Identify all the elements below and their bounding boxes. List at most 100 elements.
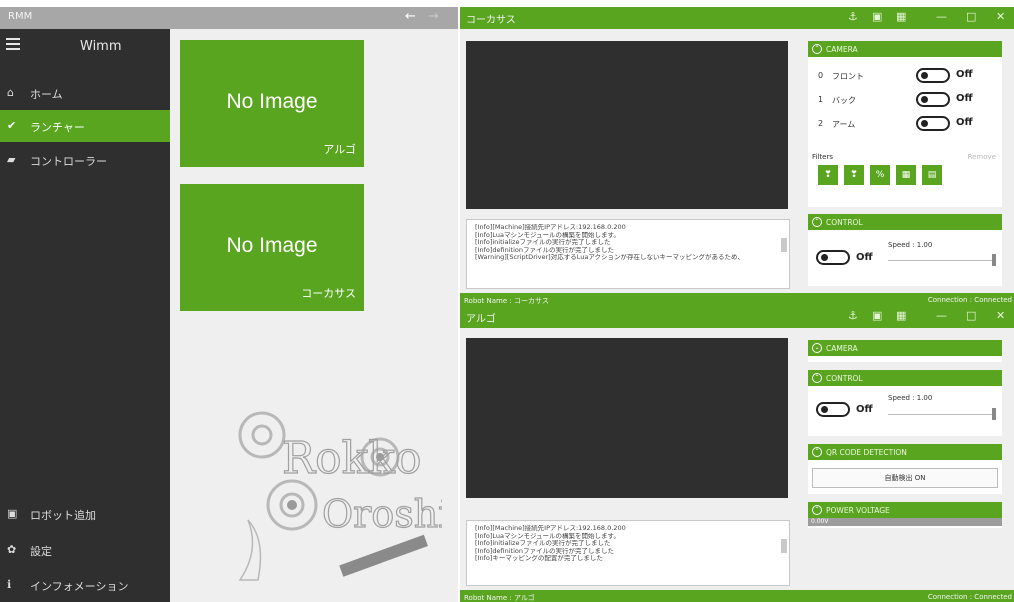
close-button[interactable]: ✕ xyxy=(996,10,1005,23)
filter-button-4[interactable]: ▦ xyxy=(896,165,916,185)
anchor-icon[interactable]: ⚓ xyxy=(848,309,858,322)
camera-toggle[interactable] xyxy=(916,116,950,131)
filter-button-3[interactable]: % xyxy=(870,165,890,185)
maximize-button[interactable]: □ xyxy=(966,309,976,322)
control-panel-header[interactable]: ⌃ CONTROL xyxy=(808,214,1002,230)
log-line: [Info]キーマッピングの配置が完了しました xyxy=(475,555,603,562)
home-icon: ⌂ xyxy=(7,86,14,99)
grid-icon[interactable]: ▦ xyxy=(896,309,906,322)
log-scrollbar[interactable] xyxy=(781,224,787,284)
collapse-icon: ⌃ xyxy=(812,505,822,515)
sidebar-item-label: ランチャー xyxy=(30,121,85,134)
status-bar: Robot Name : コーカサス Connection : Connecte… xyxy=(460,293,1014,307)
log-line: [Warning][ScriptDriver]対応するLuaアクションが存在しな… xyxy=(475,254,745,261)
control-panel: ⌃ CONTROL Off Speed : 1.00 xyxy=(808,370,1002,436)
camera-video-view xyxy=(466,41,788,209)
toggle-state: Off xyxy=(956,69,973,80)
launcher-title: RMM xyxy=(8,11,33,22)
speed-slider-track xyxy=(888,414,996,415)
logo-text-oroshi: Oroshi xyxy=(322,492,442,536)
control-toggle[interactable] xyxy=(816,402,850,417)
minimize-button[interactable]: — xyxy=(936,10,947,23)
maximize-button[interactable]: □ xyxy=(966,10,976,23)
robot-name-status: Robot Name : コーカサス xyxy=(464,297,549,305)
camera-panel: ⌄ CAMERA xyxy=(808,340,1002,362)
minimize-button[interactable]: — xyxy=(936,309,947,322)
sidebar-item-label: コントローラー xyxy=(30,155,107,168)
collapse-icon: ⌃ xyxy=(812,373,822,383)
power-voltage-panel: ⌃ POWER VOLTAGE 0.00V xyxy=(808,502,1002,528)
toggle-state: Off xyxy=(856,404,873,415)
screen-icon[interactable]: ▣ xyxy=(872,309,882,322)
grid-icon[interactable]: ▦ xyxy=(896,10,906,23)
sidebar-item-controller[interactable]: ▰ コントローラー xyxy=(0,144,170,176)
connection-status: Connection : Connected xyxy=(927,593,1012,601)
back-arrow-icon[interactable]: ← xyxy=(405,9,416,24)
filter-button-2[interactable]: ❣ xyxy=(844,165,864,185)
collapse-icon: ⌃ xyxy=(812,447,822,457)
control-panel-header[interactable]: ⌃ CONTROL xyxy=(808,370,1002,386)
check-icon: ✔ xyxy=(7,119,17,132)
camera-name: アーム xyxy=(832,120,856,129)
panel-title: POWER VOLTAGE xyxy=(826,506,890,515)
collapse-icon: ⌃ xyxy=(812,44,822,54)
camera-row: 0 フロント Off xyxy=(808,63,1002,87)
speed-slider-thumb[interactable] xyxy=(992,254,996,266)
sidebar-item-information[interactable]: ℹ インフォメーション xyxy=(0,569,170,601)
camera-panel-header[interactable]: ⌃ CAMERA xyxy=(808,41,1002,57)
panel-title: CAMERA xyxy=(826,344,858,353)
camera-toggle[interactable] xyxy=(916,92,950,107)
robot-window-argo: アルゴ ⚓ ▣ ▦ — □ ✕ [Info][Machine]接続先IPアドレス… xyxy=(460,306,1014,602)
add-robot-icon: ▣ xyxy=(7,507,18,520)
robot-name-status: Robot Name : アルゴ xyxy=(464,594,535,602)
sidebar-item-add-robot[interactable]: ▣ ロボット追加 xyxy=(0,498,170,530)
camera-panel-header[interactable]: ⌄ CAMERA xyxy=(808,340,1002,356)
speed-label: Speed : 1.00 xyxy=(888,241,933,249)
camera-name: フロント xyxy=(832,72,864,81)
speed-slider-thumb[interactable] xyxy=(992,408,996,420)
logo-text-rokko: Rokko xyxy=(282,433,421,484)
camera-index: 0 xyxy=(818,71,824,80)
log-scrollbar[interactable] xyxy=(781,525,787,581)
filters-label: Filters xyxy=(812,153,833,161)
rokko-oroshi-logo: Rokko Oroshi xyxy=(238,411,442,581)
sidebar-item-label: ロボット追加 xyxy=(30,509,96,522)
sidebar-item-settings[interactable]: ✿ 設定 xyxy=(0,534,170,566)
camera-index: 1 xyxy=(818,95,824,104)
filter-button-5[interactable]: ▤ xyxy=(922,165,942,185)
qr-panel-header[interactable]: ⌃ QR CODE DETECTION xyxy=(808,444,1002,460)
sidebar-item-launcher[interactable]: ✔ ランチャー xyxy=(0,110,170,142)
camera-toggle[interactable] xyxy=(916,68,950,83)
collapse-icon: ⌃ xyxy=(812,217,822,227)
log-output[interactable]: [Info][Machine]接続先IPアドレス:192.168.0.200 [… xyxy=(466,219,790,289)
forward-arrow-icon[interactable]: → xyxy=(428,9,439,24)
filter-button-1[interactable]: ❣ xyxy=(818,165,838,185)
control-toggle[interactable] xyxy=(816,250,850,265)
robot-tile-name: アルゴ xyxy=(323,143,356,156)
launcher-titlebar: RMM ← → xyxy=(0,7,458,29)
sidebar: Wimm ⌂ ホーム ✔ ランチャー ▰ コントローラー ▣ ロボット追加 ✿ … xyxy=(0,29,170,602)
robot-window-caucasus: コーカサス ⚓ ▣ ▦ — □ ✕ [Info][Machine]接続先IPアド… xyxy=(460,7,1014,307)
camera-row: 2 アーム Off xyxy=(808,111,1002,135)
camera-name: バック xyxy=(832,96,856,105)
robot-tile-argo[interactable]: No Image アルゴ xyxy=(180,40,364,167)
log-line: [Info][Machine]接続先IPアドレス:192.168.0.200 xyxy=(475,224,626,231)
log-output[interactable]: [Info][Machine]接続先IPアドレス:192.168.0.200 [… xyxy=(466,520,790,586)
log-line: [Info]definitionファイルの実行が完了しました xyxy=(475,547,614,555)
anchor-icon[interactable]: ⚓ xyxy=(848,10,858,23)
robot-window-title: コーカサス xyxy=(466,15,516,26)
sidebar-item-label: ホーム xyxy=(30,88,63,101)
speed-slider-track xyxy=(888,260,996,261)
screen-icon[interactable]: ▣ xyxy=(872,10,882,23)
filters-remove-button[interactable]: Remove xyxy=(968,153,996,161)
log-line: [Info]initializeファイルの実行が完了しました xyxy=(475,540,611,547)
robot-tile-caucasus[interactable]: No Image コーカサス xyxy=(180,184,364,311)
gear-icon: ✿ xyxy=(7,543,17,556)
close-button[interactable]: ✕ xyxy=(996,309,1005,322)
auto-detect-button[interactable]: 自動検出 ON xyxy=(812,468,998,488)
power-panel-header[interactable]: ⌃ POWER VOLTAGE xyxy=(808,502,1002,518)
hamburger-menu-icon[interactable] xyxy=(6,38,20,53)
camera-row: 1 バック Off xyxy=(808,87,1002,111)
log-line: [Info]Luaマシンモジュールの構築を開始します。 xyxy=(475,231,620,239)
sidebar-item-home[interactable]: ⌂ ホーム xyxy=(0,77,170,109)
